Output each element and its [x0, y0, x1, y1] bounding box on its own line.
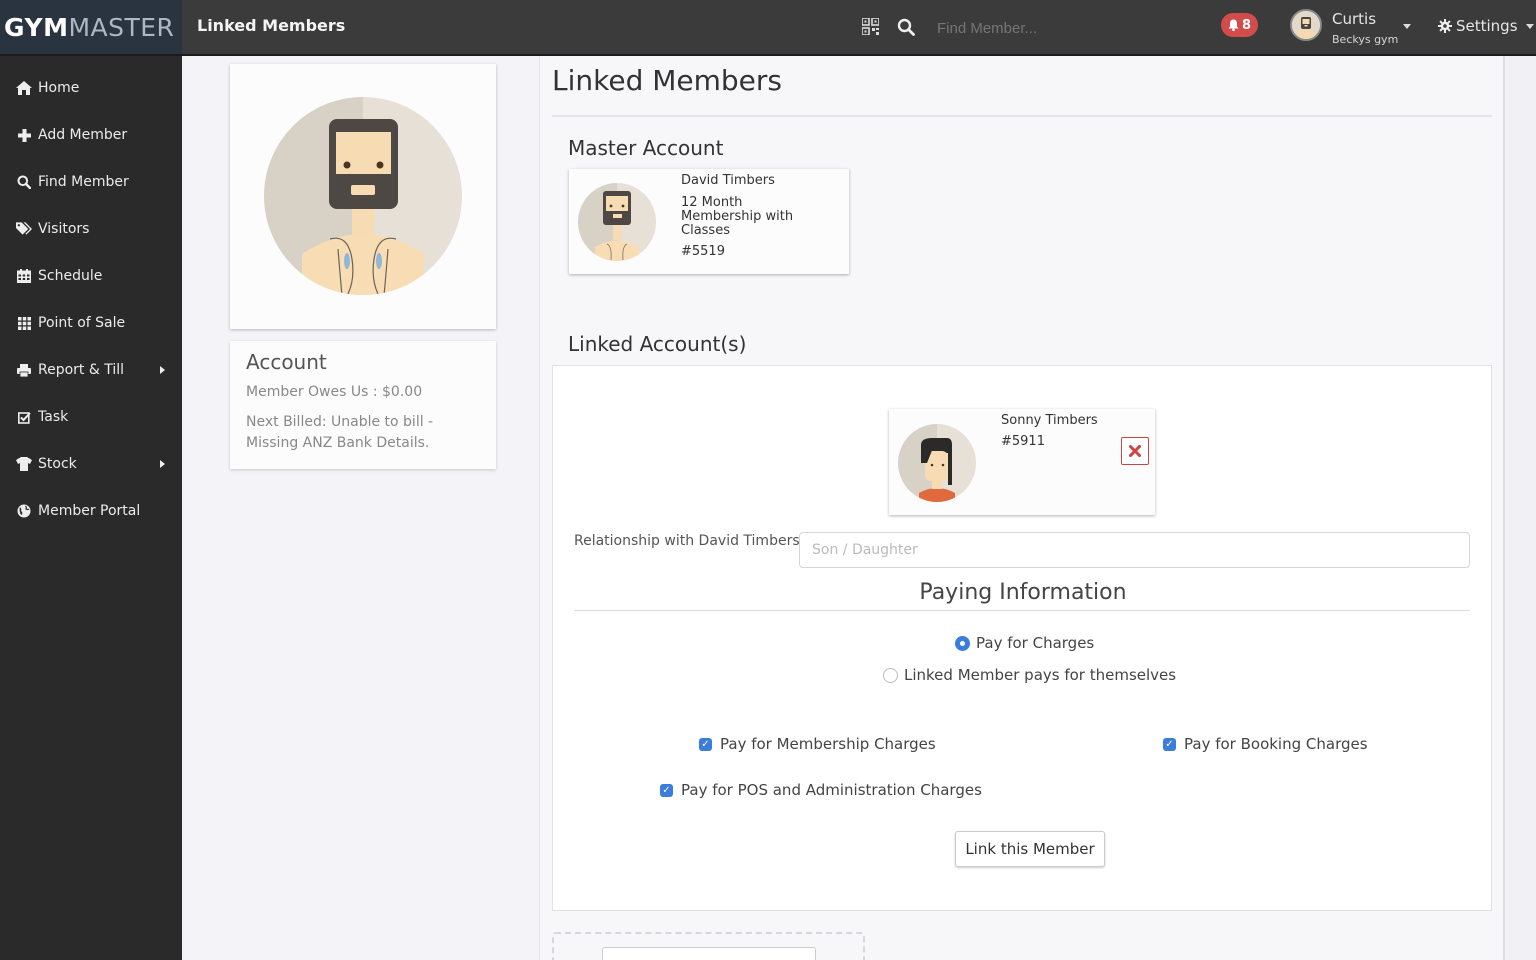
right-edge-strip: [1507, 56, 1536, 960]
checkbox-membership-charges[interactable]: ✓ Pay for Membership Charges: [699, 735, 936, 753]
notification-count: 8: [1242, 18, 1251, 33]
sidebar-item-member-portal[interactable]: Member Portal: [0, 491, 182, 531]
user-avatar-image: [1292, 11, 1320, 39]
member-profile-photo-card: [230, 64, 496, 329]
user-avatar[interactable]: [1290, 9, 1322, 41]
gymmaster-logo[interactable]: GYMMASTER: [0, 0, 182, 54]
radio-button-unchecked[interactable]: [883, 668, 898, 683]
sidebar-item-label: Task: [38, 409, 68, 425]
sidebar-item-home[interactable]: Home: [0, 68, 182, 108]
relationship-input[interactable]: [799, 532, 1470, 568]
plus-icon: [16, 127, 32, 143]
radio-button-checked[interactable]: [955, 636, 970, 651]
checkbox-label: Pay for Booking Charges: [1184, 735, 1368, 753]
sidebar-item-label: Stock: [38, 456, 77, 472]
sidebar: Home Add Member Find Member Visitors Sch…: [0, 56, 182, 960]
page-heading: Linked Members: [197, 16, 345, 35]
linked-members-panel: Linked Members Master Account David Timb…: [539, 56, 1505, 960]
close-icon: [1129, 445, 1141, 457]
relationship-label: Relationship with David Timbers: [574, 533, 800, 549]
next-billed-text: Next Billed: Unable to bill - Missing AN…: [246, 412, 480, 454]
linked-accounts-box: Sonny Timbers #5911 Relationship with Da…: [552, 365, 1492, 911]
calendar-icon: [16, 268, 32, 284]
title-divider: [552, 115, 1492, 117]
sidebar-item-label: Home: [38, 80, 79, 96]
checkbox-booking-charges[interactable]: ✓ Pay for Booking Charges: [1163, 735, 1368, 753]
linked-member-card[interactable]: Sonny Timbers #5911: [889, 409, 1155, 515]
sidebar-item-schedule[interactable]: Schedule: [0, 256, 182, 296]
sidebar-item-label: Report & Till: [38, 362, 124, 378]
master-membership-type: 12 Month Membership with Classes: [681, 196, 821, 238]
master-member-card[interactable]: David Timbers 12 Month Membership with C…: [569, 169, 849, 274]
gear-icon: [1438, 19, 1452, 33]
user-menu-caret-icon[interactable]: [1403, 24, 1411, 29]
link-member-button[interactable]: Link this Member: [955, 831, 1105, 867]
find-member-search-input[interactable]: [937, 20, 1137, 37]
user-gym: Beckys gym: [1332, 33, 1398, 46]
master-member-id: #5519: [681, 244, 725, 259]
radio-label: Linked Member pays for themselves: [904, 666, 1176, 684]
member-owes-text: Member Owes Us : $0.00: [246, 382, 480, 403]
checkbox-pos-admin-charges[interactable]: ✓ Pay for POS and Administration Charges: [660, 781, 982, 799]
sidebar-item-label: Point of Sale: [38, 315, 125, 331]
user-name[interactable]: Curtis: [1332, 10, 1376, 28]
master-member-avatar: [577, 182, 657, 262]
home-icon: [16, 80, 32, 96]
master-account-heading: Master Account: [568, 136, 723, 160]
sidebar-item-add-member[interactable]: Add Member: [0, 115, 182, 155]
sidebar-item-label: Visitors: [38, 221, 89, 237]
bell-icon: [1228, 19, 1239, 31]
globe-icon: [16, 503, 32, 519]
grid-icon: [16, 315, 32, 331]
paying-information-heading: Paying Information: [553, 580, 1493, 605]
master-member-name[interactable]: David Timbers: [681, 173, 775, 188]
chevron-right-icon: [160, 460, 165, 468]
logo-text-light: MASTER: [68, 13, 174, 42]
top-navbar: GYMMASTER Linked Members 8 Curtis: [0, 0, 1536, 56]
search-icon: [16, 174, 32, 190]
linked-member-id: #5911: [1001, 434, 1045, 449]
radio-linked-pays-themselves[interactable]: Linked Member pays for themselves: [883, 666, 1176, 684]
page-title: Linked Members: [552, 64, 782, 97]
linked-member-name[interactable]: Sonny Timbers: [1001, 413, 1098, 428]
tags-icon: [16, 221, 32, 237]
checkbox-label: Pay for Membership Charges: [720, 735, 936, 753]
find-member-button[interactable]: [602, 947, 816, 960]
sidebar-item-label: Add Member: [38, 127, 127, 143]
checkbox-checked[interactable]: ✓: [660, 784, 673, 797]
linked-accounts-heading: Linked Account(s): [568, 332, 746, 356]
sidebar-item-label: Find Member: [38, 174, 129, 190]
checkbox-checked[interactable]: ✓: [699, 738, 712, 751]
paying-divider: [574, 610, 1470, 611]
chevron-down-icon: [1526, 24, 1534, 29]
search-icon[interactable]: [897, 18, 915, 36]
sidebar-item-point-of-sale[interactable]: Point of Sale: [0, 303, 182, 343]
sidebar-item-report-till[interactable]: Report & Till: [0, 350, 182, 390]
settings-menu[interactable]: Settings: [1438, 17, 1534, 35]
sidebar-item-visitors[interactable]: Visitors: [0, 209, 182, 249]
account-summary-card: Account Member Owes Us : $0.00 Next Bill…: [230, 341, 496, 469]
checkbox-checked[interactable]: ✓: [1163, 738, 1176, 751]
radio-pay-for-charges[interactable]: Pay for Charges: [955, 634, 1094, 652]
tshirt-icon: [16, 456, 32, 472]
checkbox-label: Pay for POS and Administration Charges: [681, 781, 982, 799]
notifications-badge[interactable]: 8: [1221, 13, 1258, 37]
settings-label: Settings: [1456, 17, 1518, 35]
radio-label: Pay for Charges: [976, 634, 1094, 652]
sidebar-item-label: Schedule: [38, 268, 102, 284]
chevron-right-icon: [160, 366, 165, 374]
check-square-icon: [16, 409, 32, 425]
logo-text-bold: GYM: [4, 13, 68, 42]
linked-member-avatar: [897, 423, 977, 503]
member-avatar-large: [230, 64, 496, 329]
account-title: Account: [246, 350, 480, 374]
sidebar-item-task[interactable]: Task: [0, 397, 182, 437]
remove-linked-member-button[interactable]: [1121, 437, 1149, 465]
sidebar-item-label: Member Portal: [38, 503, 140, 519]
add-linked-member-dropzone: [552, 932, 865, 960]
sidebar-item-find-member[interactable]: Find Member: [0, 162, 182, 202]
qr-code-icon[interactable]: [862, 18, 879, 35]
sidebar-item-stock[interactable]: Stock: [0, 444, 182, 484]
printer-icon: [16, 362, 32, 378]
